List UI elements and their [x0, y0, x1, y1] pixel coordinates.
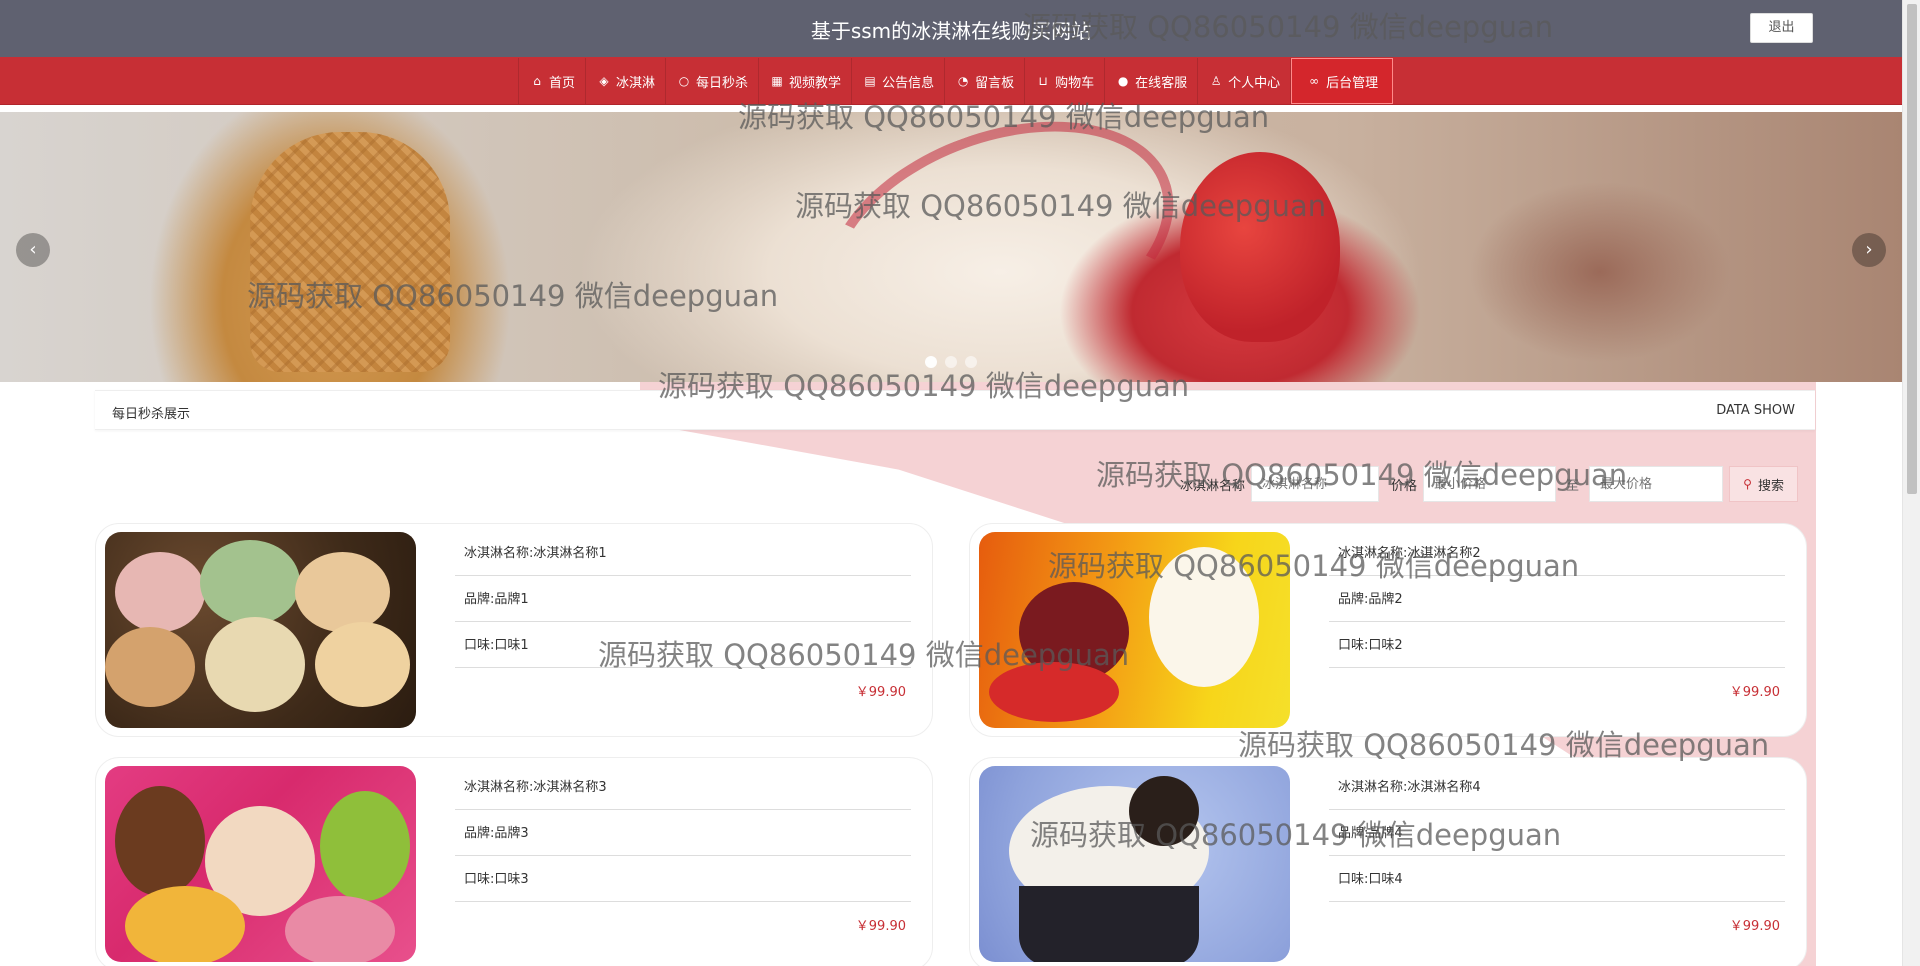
range-separator: 至	[1566, 478, 1580, 494]
nav-item-cart[interactable]: ⊔ 购物车	[1025, 58, 1106, 104]
product-name: 冰淇淋名称:冰淇淋名称4	[1329, 765, 1785, 810]
link-icon: ∞	[1309, 74, 1320, 88]
search-button[interactable]: ⚲ 搜索	[1729, 466, 1799, 502]
nav-item-flash-sale[interactable]: ○ 每日秒杀	[666, 58, 760, 104]
product-price: ￥99.90	[855, 919, 906, 934]
product-flavor: 口味:口味1	[455, 623, 911, 668]
name-search-input[interactable]	[1251, 466, 1380, 502]
user-icon: ♙	[1210, 74, 1222, 88]
nav-item-label: 个人中心	[1228, 75, 1281, 91]
nav-item-profile[interactable]: ♙ 个人中心	[1198, 58, 1292, 104]
scoop-shape	[115, 552, 205, 632]
nav-item-label: 留言板	[975, 75, 1015, 91]
scoop-shape	[200, 540, 300, 625]
carousel-prev-button[interactable]: ‹	[16, 233, 50, 267]
banner-carousel: ‹ ›	[0, 112, 1902, 382]
product-brand: 品牌:品牌4	[1329, 811, 1785, 856]
nav-item-label: 每日秒杀	[696, 75, 749, 91]
nav-item-notice[interactable]: ▤ 公告信息	[852, 58, 946, 104]
cart-icon: ⊔	[1038, 74, 1048, 88]
nav-item-label: 首页	[549, 75, 576, 91]
soft-serve-shape	[1149, 547, 1259, 687]
product-flavor: 口味:口味3	[455, 857, 911, 902]
main-nav: ⌂ 首页 ◈ 冰淇淋 ○ 每日秒杀 ▦ 视频教学 ▤ 公告信息 ◔ 留言板 ⊔ 购物车 ● 在线…	[0, 57, 1902, 105]
nav-item-label: 购物车	[1055, 75, 1095, 91]
search-button-label: 搜索	[1757, 478, 1784, 494]
nav-item-label: 公告信息	[882, 75, 935, 91]
kiwi-shape	[320, 791, 410, 901]
scoop-shape	[205, 617, 305, 712]
product-flavor: 口味:口味2	[1329, 623, 1785, 668]
product-flavor: 口味:口味4	[1329, 857, 1785, 902]
search-icon: ⚲	[1743, 477, 1752, 491]
sundae-shape	[115, 786, 205, 896]
scoop-shape	[105, 627, 195, 707]
nav-item-video[interactable]: ▦ 视频教学	[759, 58, 853, 104]
product-image[interactable]	[105, 532, 416, 728]
banner-wafer-texture	[250, 132, 450, 372]
product-price: ￥99.90	[1729, 685, 1780, 700]
price-label: 价格	[1391, 478, 1418, 494]
home-icon: ⌂	[533, 74, 541, 88]
carousel-dots	[925, 356, 977, 368]
product-brand: 品牌:品牌1	[455, 577, 911, 622]
service-icon: ●	[1117, 74, 1129, 88]
nav-item-label: 在线客服	[1135, 75, 1188, 91]
section-header: 每日秒杀展示 DATA SHOW	[95, 390, 1815, 430]
banner-syrup-image	[793, 112, 1207, 382]
min-price-input[interactable]	[1423, 466, 1557, 502]
scrollbar-thumb[interactable]	[1907, 4, 1917, 494]
product-image[interactable]	[979, 532, 1290, 728]
carousel-dot[interactable]	[945, 356, 957, 368]
product-brand: 品牌:品牌3	[455, 811, 911, 856]
product-price: ￥99.90	[1729, 919, 1780, 934]
speedometer-icon: ◔	[957, 74, 969, 88]
product-brand: 品牌:品牌2	[1329, 577, 1785, 622]
carousel-next-button[interactable]: ›	[1852, 233, 1886, 267]
product-card[interactable]: 冰淇淋名称:冰淇淋名称3 品牌:品牌3 口味:口味3 ￥99.90	[95, 757, 933, 966]
layers-icon: ◈	[599, 74, 609, 88]
cherries-shape	[989, 662, 1119, 722]
nav-item-home[interactable]: ⌂ 首页	[519, 58, 587, 104]
cup-shape	[1019, 886, 1199, 962]
page-scrollbar[interactable]	[1902, 0, 1920, 966]
nav-item-service[interactable]: ● 在线客服	[1105, 58, 1199, 104]
circle-icon: ○	[678, 74, 690, 88]
nav-item-admin[interactable]: ∞ 后台管理	[1291, 58, 1394, 104]
product-image[interactable]	[979, 766, 1290, 962]
top-bar: 基于ssm的冰淇淋在线购买网站 退出	[0, 0, 1902, 57]
scoop-shape	[295, 552, 390, 632]
section-title: 每日秒杀展示	[112, 407, 191, 422]
nav-item-icecream[interactable]: ◈ 冰淇淋	[586, 58, 667, 104]
nav-item-message-board[interactable]: ◔ 留言板	[945, 58, 1026, 104]
document-icon: ▤	[864, 74, 876, 88]
nav-items: ⌂ 首页 ◈ 冰淇淋 ○ 每日秒杀 ▦ 视频教学 ▤ 公告信息 ◔ 留言板 ⊔ 购物车 ● 在线…	[518, 58, 1394, 104]
product-name: 冰淇淋名称:冰淇淋名称2	[1329, 531, 1785, 576]
banner-strawberry-image	[1180, 152, 1340, 342]
name-label: 冰淇淋名称	[1180, 478, 1246, 494]
nav-item-label: 后台管理	[1326, 75, 1379, 91]
site-title: 基于ssm的冰淇淋在线购买网站	[810, 19, 1092, 43]
section-subtitle: DATA SHOW	[1716, 403, 1795, 418]
nav-item-label: 视频教学	[789, 75, 842, 91]
scoop-shape	[285, 896, 395, 962]
carousel-dot[interactable]	[965, 356, 977, 368]
product-card[interactable]: 冰淇淋名称:冰淇淋名称2 品牌:品牌2 口味:口味2 ￥99.90	[969, 523, 1807, 737]
product-image[interactable]	[105, 766, 416, 962]
scoop-shape	[315, 622, 410, 707]
product-card[interactable]: 冰淇淋名称:冰淇淋名称4 品牌:品牌4 口味:口味4 ￥99.90	[969, 757, 1807, 966]
nav-item-label: 冰淇淋	[616, 75, 656, 91]
carousel-dot[interactable]	[925, 356, 937, 368]
product-name: 冰淇淋名称:冰淇淋名称3	[455, 765, 911, 810]
logout-button[interactable]: 退出	[1750, 13, 1813, 43]
product-price: ￥99.90	[855, 685, 906, 700]
product-card[interactable]: 冰淇淋名称:冰淇淋名称1 品牌:品牌1 口味:口味1 ￥99.90	[95, 523, 933, 737]
max-price-input[interactable]	[1589, 466, 1724, 502]
scoop-shape	[125, 886, 245, 962]
gift-icon: ▦	[771, 74, 783, 88]
product-name: 冰淇淋名称:冰淇淋名称1	[455, 531, 911, 576]
cookie-shape	[1129, 776, 1199, 846]
search-bar: 冰淇淋名称 价格 至 ⚲ 搜索	[1180, 466, 1799, 502]
